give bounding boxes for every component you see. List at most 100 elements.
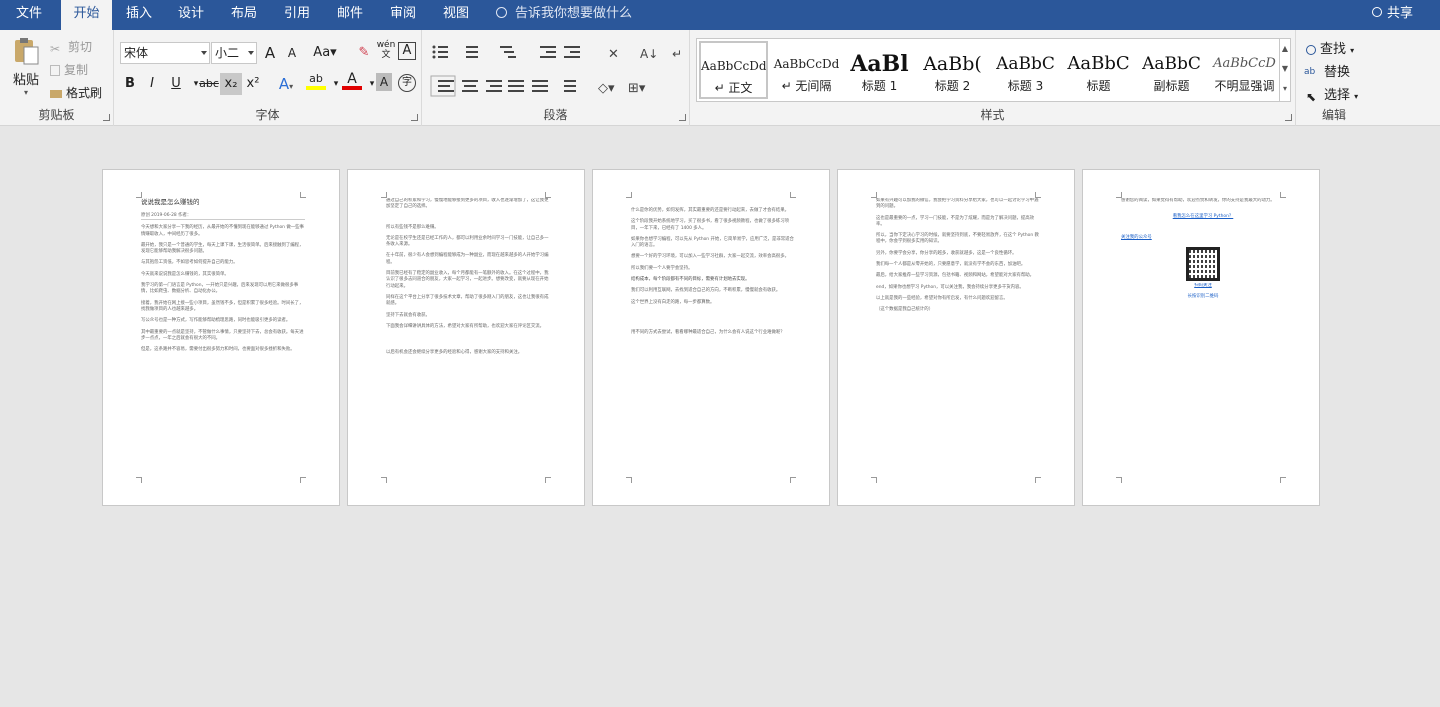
grow-font-icon: A <box>264 44 276 62</box>
share-button[interactable]: 共享 <box>1372 0 1413 30</box>
paragraph-launcher-icon[interactable] <box>679 114 686 121</box>
group-editing: 查找 ▾ ab 替换 ⬉ 选择 ▾ 编辑 <box>1296 30 1372 126</box>
underline-button[interactable]: U <box>166 73 186 95</box>
svg-text:⊞▾: ⊞▾ <box>628 81 646 96</box>
highlight-button[interactable]: ab <box>306 70 326 90</box>
paragraph: 写公众号也是一种方式，写作能够帮助梳理思路，同时也能吸引更多的读者。 <box>141 318 291 324</box>
page-3[interactable]: 什么是你的优势，如何发挥，其实最重要的还是要行动起来，去做了才会有结果。 这个阶… <box>592 169 830 506</box>
style-item-1[interactable]: AaBbCcDd ↵ 正文 <box>699 41 768 99</box>
superscript-button[interactable]: x² <box>242 73 264 95</box>
style-item-6[interactable]: AaBbC 标题 <box>1064 41 1133 99</box>
chevron-down-icon <box>201 51 207 55</box>
bold-button[interactable]: B <box>120 73 140 95</box>
phonetic-guide-button[interactable]: wén 文 <box>376 40 396 62</box>
font-color-icon: A <box>347 71 357 87</box>
grow-font-button[interactable]: A <box>260 42 280 64</box>
style-item-8[interactable]: AaBbCcD 不明显强调 <box>1210 41 1279 99</box>
font-launcher-icon[interactable] <box>411 114 418 121</box>
paragraph: 这也是最重要的一点，学习一门技能，不是为了炫耀，而是为了解决问题，提高效率。 <box>876 215 1035 227</box>
style-name: 不明显强调 <box>1214 79 1275 93</box>
search-icon <box>1306 44 1316 55</box>
paragraph: 所以，当你下定决心学习的时候，就要坚持到底，不要轻易放弃，在这个 Python … <box>876 233 1039 245</box>
replace-button[interactable]: ab 替换 <box>1304 61 1350 80</box>
paragraph: 目前我已经有了稳定的副业收入，每个月都能有一笔额外的收入。在这个过程中，我认识了… <box>386 271 549 289</box>
paragraph: 与其抱怨工资低，不如思考如何提升自己的能力。 <box>141 260 238 266</box>
page-2[interactable]: 通过自己的积累和学习，慢慢地能够接到更多的项目，收入也逐渐增加了，这让我更加坚定… <box>347 169 585 506</box>
style-preview: AaBbCcDd <box>773 57 840 71</box>
group-clipboard: 粘贴 ▾ ✂ 剪切 复制 格式刷 剪贴板 <box>0 30 114 126</box>
styles-launcher-icon[interactable] <box>1285 114 1292 121</box>
paragraph: 什么是你的优势，如何发挥，其实最重要的还是要行动起来，去做了才会有结果。 <box>631 208 790 213</box>
paragraph: 今天就来说说我是怎么赚钱的，其实很简单。 <box>141 271 229 277</box>
paragraph: 但是，这条路并不容易，需要付出很多努力和时间，也要面对很多挫折和失败。 <box>141 347 295 353</box>
style-item-3[interactable]: AaBl 标题 1 <box>845 41 914 99</box>
page-4-text: 如果有兴趣可以加我的微信，我会把学习资料分享给大家，也可以一起讨论学习中遇到的问… <box>876 198 1040 478</box>
cut-button[interactable]: ✂ 剪切 <box>50 38 92 56</box>
format-painter-button[interactable]: 格式刷 <box>50 84 102 101</box>
style-name: 副标题 <box>1153 79 1190 93</box>
italic-button[interactable]: I <box>142 73 162 95</box>
group-label-paragraph: 段落 <box>543 108 568 122</box>
tab-design[interactable]: 设计 <box>166 0 216 30</box>
follow-link[interactable]: 关注我的公众号 <box>1121 235 1285 241</box>
font-name-combo[interactable]: 宋体 <box>120 42 210 64</box>
tab-home[interactable]: 开始 <box>61 0 112 30</box>
tab-layout[interactable]: 布局 <box>219 0 269 30</box>
tab-view[interactable]: 视图 <box>431 0 481 30</box>
paragraph: 我们可以利用互联网，去找到适合自己的方向，不断积累，慢慢就会有收获。 <box>631 288 781 294</box>
text-effects-button[interactable]: A▾ <box>276 73 296 95</box>
tab-mailings[interactable]: 邮件 <box>325 0 375 30</box>
shrink-font-icon: A <box>287 46 297 60</box>
styles-scroll[interactable]: ▲ ▼ ▾ <box>1279 38 1291 102</box>
subscript-button[interactable]: x₂ <box>220 73 242 95</box>
clipboard-launcher-icon[interactable] <box>103 114 110 121</box>
svg-text:✕: ✕ <box>608 47 619 62</box>
paragraph: 我们每一个人都是从零开始的，只要愿意学，就没有学不会的东西，加油吧。 <box>876 262 1026 268</box>
paste-button[interactable]: 粘贴 ▾ <box>8 36 44 102</box>
char-shading-icon: A <box>379 75 389 89</box>
page-5[interactable]: 感谢您的阅读，如果觉得有帮助，欢迎点赞和转发，你的支持是我最大的动力。 看我怎么… <box>1082 169 1320 506</box>
article-meta: 原创 2019-06-28 作者： <box>141 213 305 221</box>
char-shading-button[interactable]: A <box>376 73 392 91</box>
select-button[interactable]: ⬉ 选择 ▾ <box>1306 84 1358 104</box>
find-button[interactable]: 查找 ▾ <box>1306 38 1354 57</box>
page-1[interactable]: 说说我是怎么赚钱的 原创 2019-06-28 作者： 今天想和大家分享一下我的… <box>102 169 340 506</box>
underline-icon: U <box>171 76 181 91</box>
article-link[interactable]: 看我怎么在这里学习 Python？ <box>1121 214 1285 220</box>
enclose-char-button[interactable]: 字 <box>398 74 416 92</box>
style-preview: AaBbC <box>996 54 1055 74</box>
tab-insert[interactable]: 插入 <box>114 0 164 30</box>
tab-review[interactable]: 审阅 <box>378 0 428 30</box>
font-size-combo[interactable]: 小二 <box>211 42 257 64</box>
strikethrough-button[interactable]: abc <box>198 73 220 95</box>
style-preview: AaBl <box>850 51 909 77</box>
paragraph: end，如果你也想学习 Python，可以关注我，我会持续分享更多干货内容。 <box>876 284 1024 290</box>
char-border-button[interactable]: A <box>398 42 416 60</box>
tell-me-search[interactable]: 告诉我你想要做什么 <box>496 0 632 30</box>
change-case-button[interactable]: Aa▾ <box>310 42 340 64</box>
style-name: 标题 2 <box>934 79 971 93</box>
shrink-font-button[interactable]: A <box>282 42 302 64</box>
tab-references[interactable]: 引用 <box>272 0 322 30</box>
paste-dropdown-icon: ▾ <box>23 88 28 97</box>
enclose-char-icon: 字 <box>402 77 412 88</box>
bold-icon: B <box>125 76 135 91</box>
group-label-styles: 样式 <box>980 108 1005 122</box>
copy-button[interactable]: 复制 <box>50 61 88 78</box>
paragraph: 今天想和大家分享一下我的经历，从最开始的不懂到现在能够通过 Python 做一些… <box>141 225 304 237</box>
font-color-button[interactable]: A <box>342 70 362 90</box>
tab-file[interactable]: 文件 <box>0 0 58 30</box>
style-item-2[interactable]: AaBbCcDd ↵ 无间隔 <box>772 41 841 99</box>
text-effects-icon: A <box>278 75 290 93</box>
style-item-4[interactable]: AaBb(标题 2 <box>918 41 987 99</box>
clear-format-button[interactable]: ✎ <box>354 42 374 64</box>
qr-link[interactable]: 扫码关注 <box>1121 283 1285 289</box>
style-item-5[interactable]: AaBbC 标题 3 <box>991 41 1060 99</box>
style-item-7[interactable]: AaBbC 副标题 <box>1137 41 1206 99</box>
copy-icon <box>50 65 60 76</box>
paragraph: 这个阶段我开始系统地学习，买了很多书，看了很多视频教程，也做了很多练习项目，一年… <box>631 219 790 231</box>
find-label: 查找 <box>1320 42 1347 57</box>
paragraph: 坚持下去就会有收获。 <box>386 312 430 318</box>
page-4[interactable]: 如果有兴趣可以加我的微信，我会把学习资料分享给大家，也可以一起讨论学习中遇到的问… <box>837 169 1075 506</box>
format-painter-label: 格式刷 <box>66 86 103 100</box>
